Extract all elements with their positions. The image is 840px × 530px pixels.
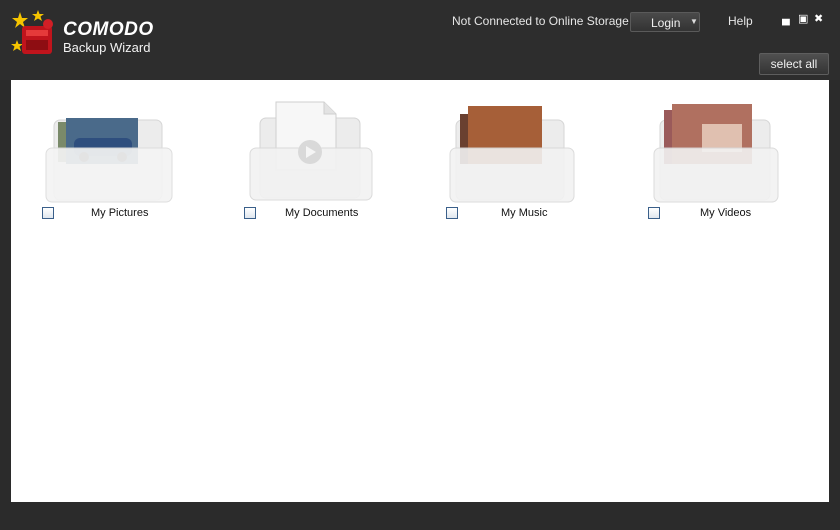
title-bar: COMODO Backup Wizard Not Connected to On… xyxy=(0,0,840,80)
chevron-down-icon: ▼ xyxy=(690,17,698,26)
select-all-button[interactable]: select all xyxy=(759,53,829,75)
app-subtitle: Backup Wizard xyxy=(63,40,151,55)
login-label: Login xyxy=(651,16,681,30)
videos-checkbox[interactable] xyxy=(648,207,660,219)
close-icon[interactable]: ✖ xyxy=(814,13,823,25)
folder-label: My Music xyxy=(501,207,548,219)
comodo-logo-icon xyxy=(11,10,53,54)
documents-folder-icon xyxy=(249,101,373,201)
folder-item-music[interactable]: My Music xyxy=(446,100,606,230)
storage-status: Not Connected to Online Storage xyxy=(452,14,629,28)
folder-area: My Pictures My Documents My Music My Vid… xyxy=(11,80,829,502)
music-folder-icon xyxy=(449,106,575,203)
pictures-folder-icon xyxy=(45,118,173,203)
restore-icon[interactable]: ▣ xyxy=(798,13,808,25)
login-button[interactable]: Login ▼ xyxy=(630,12,700,32)
folder-label: My Documents xyxy=(285,207,359,219)
pictures-checkbox[interactable] xyxy=(42,207,54,219)
folder-label: My Videos xyxy=(700,207,752,219)
folder-item-pictures[interactable]: My Pictures xyxy=(42,100,202,230)
documents-checkbox[interactable] xyxy=(244,207,256,219)
videos-folder-icon xyxy=(653,104,779,203)
folder-item-videos[interactable]: My Videos xyxy=(648,100,808,230)
app-brand: COMODO xyxy=(63,19,154,40)
minimize-icon[interactable]: ▄ xyxy=(782,13,790,25)
folder-label: My Pictures xyxy=(91,207,149,219)
help-link[interactable]: Help xyxy=(728,14,753,28)
music-checkbox[interactable] xyxy=(446,207,458,219)
folder-item-documents[interactable]: My Documents xyxy=(244,100,404,230)
